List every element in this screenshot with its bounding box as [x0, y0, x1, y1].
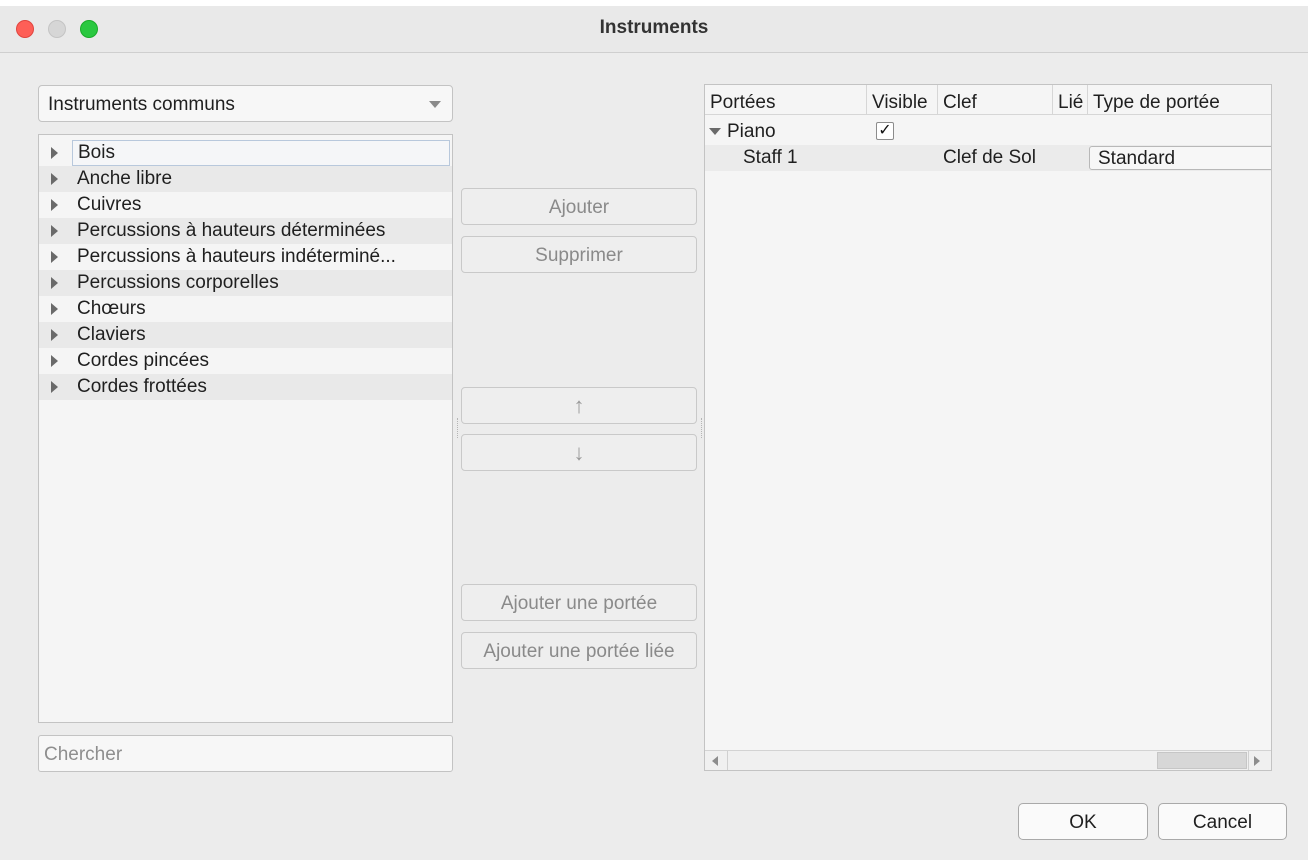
score-staves-table[interactable]: Portées Visible Clef Lié Type de portée …: [704, 84, 1272, 771]
tree-item-label: Chœurs: [77, 298, 146, 319]
add-linked-staff-label: Ajouter une portée liée: [483, 641, 675, 662]
table-row-staff[interactable]: Staff 1 Clef de Sol Standard: [705, 145, 1271, 171]
tree-item-cuivres[interactable]: Cuivres: [39, 192, 452, 218]
expand-arrow-icon[interactable]: [51, 329, 58, 341]
remove-instrument-button[interactable]: Supprimer: [461, 236, 697, 273]
column-header-staff-type[interactable]: Type de portée: [1088, 85, 1271, 115]
instruments-dialog: Instruments Instruments communs Bois Anc…: [0, 6, 1308, 860]
tree-item-label: Percussions à hauteurs indéterminé...: [77, 246, 396, 267]
title-bar: Instruments: [0, 6, 1308, 53]
tree-item-bois[interactable]: Bois: [39, 140, 452, 166]
tree-item-percussions-indeterminees[interactable]: Percussions à hauteurs indéterminé...: [39, 244, 452, 270]
expand-arrow-icon[interactable]: [51, 173, 58, 185]
table-row-instrument[interactable]: Piano ✓: [705, 119, 1271, 145]
column-header-linked[interactable]: Lié: [1053, 85, 1088, 115]
scroll-right-icon[interactable]: [1254, 756, 1260, 766]
instrument-genre-label: Instruments communs: [48, 94, 235, 115]
expand-arrow-icon[interactable]: [51, 147, 58, 159]
tree-item-percussions-determinees[interactable]: Percussions à hauteurs déterminées: [39, 218, 452, 244]
horizontal-scrollbar[interactable]: [705, 750, 1271, 770]
instrument-category-tree[interactable]: Bois Anche libre Cuivres Percussions à h…: [38, 134, 453, 723]
cancel-button[interactable]: Cancel: [1158, 803, 1287, 840]
instrument-search-input[interactable]: Chercher: [38, 735, 453, 772]
tree-item-label: Cordes pincées: [77, 350, 210, 371]
tree-item-cordes-pincees[interactable]: Cordes pincées: [39, 348, 452, 374]
remove-instrument-label: Supprimer: [535, 245, 623, 266]
expand-arrow-icon[interactable]: [51, 277, 58, 289]
add-instrument-button[interactable]: Ajouter: [461, 188, 697, 225]
column-header-visible[interactable]: Visible: [867, 85, 938, 115]
chevron-down-icon: [429, 101, 441, 108]
add-staff-button[interactable]: Ajouter une portée: [461, 584, 697, 621]
expand-arrow-icon[interactable]: [51, 199, 58, 211]
tree-item-percussions-corporelles[interactable]: Percussions corporelles: [39, 270, 452, 296]
collapse-arrow-icon[interactable]: [709, 128, 721, 135]
staff-type-value: Standard: [1098, 148, 1176, 169]
expand-arrow-icon[interactable]: [51, 225, 58, 237]
scrollbar-divider: [1248, 751, 1249, 770]
expand-arrow-icon[interactable]: [51, 251, 58, 263]
arrow-up-icon: ↑: [573, 393, 585, 418]
tree-item-choeurs[interactable]: Chœurs: [39, 296, 452, 322]
scroll-left-icon[interactable]: [712, 756, 718, 766]
staff-name: Staff 1: [743, 147, 798, 168]
expand-arrow-icon[interactable]: [51, 355, 58, 367]
staff-type-select[interactable]: Standard: [1089, 146, 1271, 170]
instrument-genre-select[interactable]: Instruments communs: [38, 85, 453, 122]
tree-item-label: Percussions à hauteurs déterminées: [77, 220, 386, 241]
add-linked-staff-button[interactable]: Ajouter une portée liée: [461, 632, 697, 669]
add-instrument-label: Ajouter: [548, 197, 610, 218]
expand-arrow-icon[interactable]: [51, 303, 58, 315]
ok-label: OK: [1069, 812, 1097, 833]
visible-checkbox[interactable]: ✓: [876, 122, 894, 140]
tree-item-label: Bois: [72, 140, 450, 166]
scrollbar-divider: [727, 751, 728, 770]
expand-arrow-icon[interactable]: [51, 381, 58, 393]
add-staff-label: Ajouter une portée: [500, 593, 658, 614]
column-header-staves[interactable]: Portées: [705, 85, 867, 115]
tree-item-claviers[interactable]: Claviers: [39, 322, 452, 348]
ok-button[interactable]: OK: [1018, 803, 1148, 840]
tree-item-label: Claviers: [77, 324, 146, 345]
tree-item-label: Cordes frottées: [77, 376, 207, 397]
column-header-clef[interactable]: Clef: [938, 85, 1053, 115]
arrow-down-icon: ↓: [573, 440, 585, 465]
tree-item-label: Cuivres: [77, 194, 142, 215]
move-up-button[interactable]: ↑: [461, 387, 697, 424]
staff-clef[interactable]: Clef de Sol: [943, 147, 1036, 169]
tree-item-anche-libre[interactable]: Anche libre: [39, 166, 452, 192]
instrument-name: Piano: [727, 121, 776, 142]
left-splitter-handle[interactable]: [457, 418, 460, 438]
cancel-label: Cancel: [1192, 812, 1253, 833]
search-placeholder: Chercher: [44, 744, 123, 765]
move-down-button[interactable]: ↓: [461, 434, 697, 471]
tree-item-label: Anche libre: [77, 168, 173, 189]
scrollbar-thumb[interactable]: [1157, 752, 1247, 769]
window-title: Instruments: [599, 17, 709, 38]
tree-item-label: Percussions corporelles: [77, 272, 279, 293]
tree-item-cordes-frottees[interactable]: Cordes frottées: [39, 374, 452, 400]
